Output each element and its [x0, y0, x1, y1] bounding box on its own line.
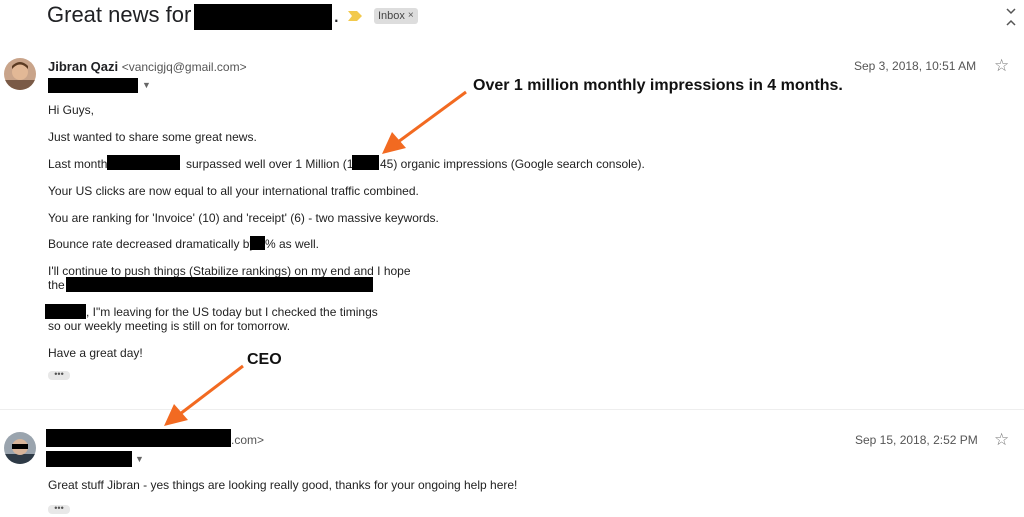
ceo-arrow-icon — [164, 364, 244, 426]
